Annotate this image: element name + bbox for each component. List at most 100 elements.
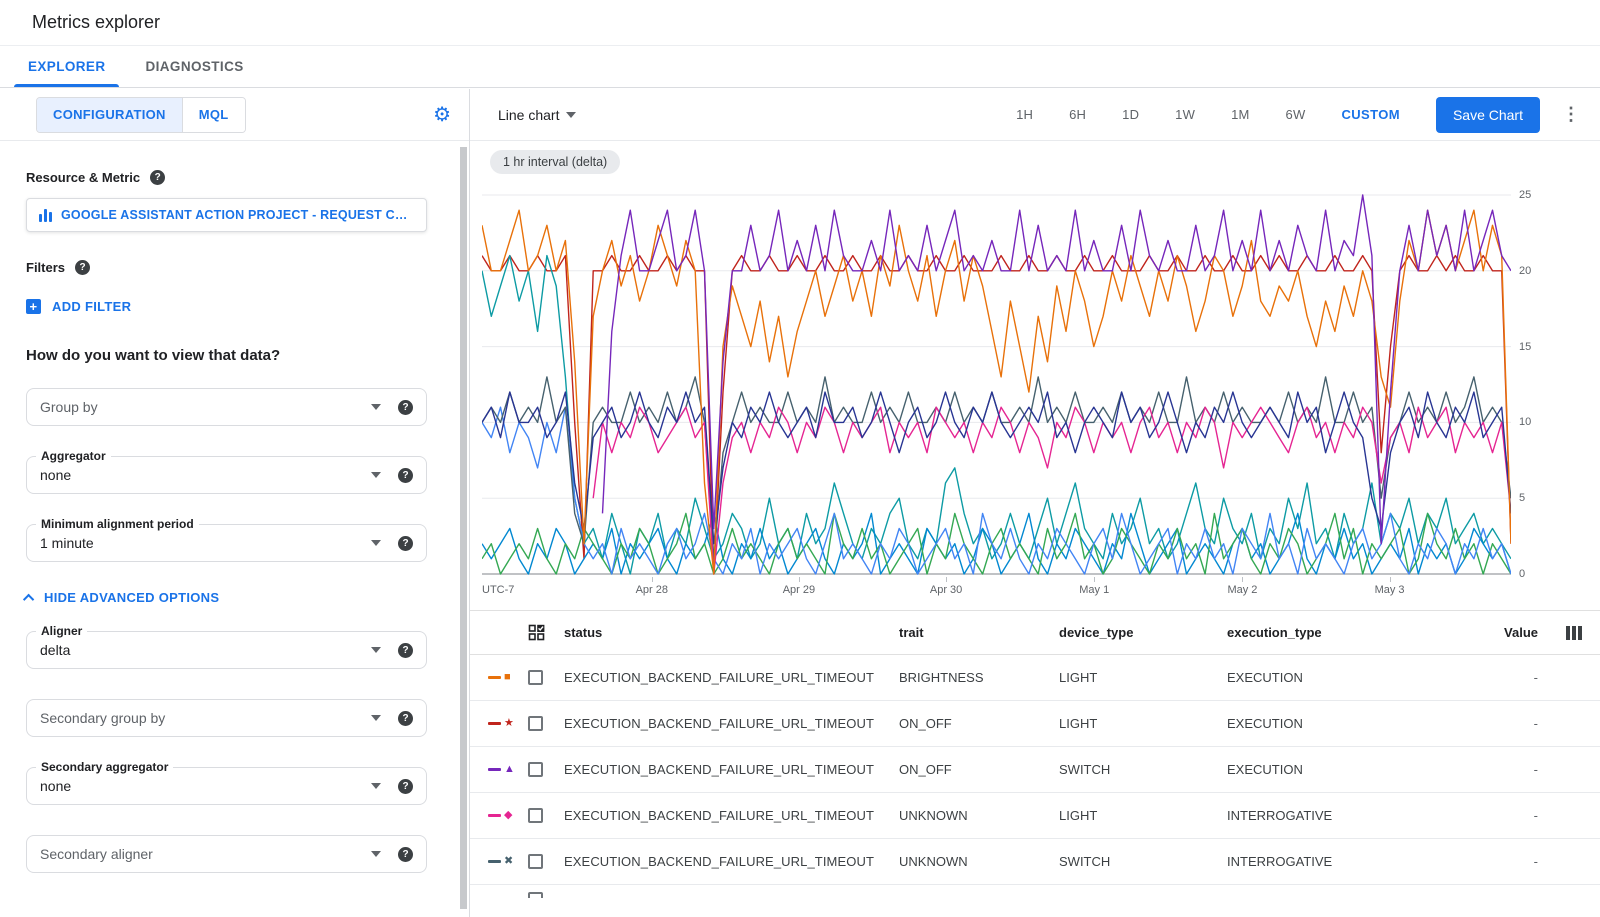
chevron-down-icon — [371, 404, 381, 410]
save-chart-button[interactable]: Save Chart — [1436, 97, 1540, 133]
secondary-aggregator-label: Secondary aggregator — [36, 760, 173, 774]
interval-chip: 1 hr interval (delta) — [490, 150, 620, 174]
aligner-field[interactable]: Aligner delta ? — [26, 631, 427, 669]
cell-value: - — [1467, 716, 1542, 731]
config-subheader: CONFIGURATION MQL ⚙ — [0, 89, 469, 141]
row-checkbox[interactable] — [528, 716, 543, 731]
configuration-panel: CONFIGURATION MQL ⚙ Resource & Metric ? … — [0, 89, 470, 917]
bar-chart-icon — [39, 209, 52, 222]
hide-advanced-options-label: HIDE ADVANCED OPTIONS — [44, 590, 219, 605]
range-1d[interactable]: 1D — [1122, 107, 1139, 122]
page-title: Metrics explorer — [32, 12, 160, 33]
group-by-field[interactable]: Group by ? — [26, 388, 427, 426]
aligner-label: Aligner — [36, 624, 87, 638]
select-all-series-icon[interactable] — [528, 624, 564, 641]
col-execution-type[interactable]: execution_type — [1227, 625, 1467, 640]
row-checkbox[interactable] — [528, 854, 543, 869]
y-tick-label: 25 — [1519, 189, 1531, 201]
main-layout: CONFIGURATION MQL ⚙ Resource & Metric ? … — [0, 89, 1600, 917]
help-icon[interactable]: ? — [398, 779, 413, 794]
row-checkbox[interactable] — [528, 670, 543, 685]
filters-label: Filters ? — [26, 260, 427, 275]
cell-status: EXECUTION_BACKEND_FAILURE_URL_TIMEOUT — [564, 762, 899, 777]
panel-scrollbar[interactable] — [460, 147, 467, 909]
range-1h[interactable]: 1H — [1016, 107, 1033, 122]
secondary-aligner-field[interactable]: Secondary aligner ? — [26, 835, 427, 873]
min-alignment-field[interactable]: Minimum alignment period 1 minute ? — [26, 524, 427, 562]
cell-trait: ON_OFF — [899, 716, 1059, 731]
range-6w[interactable]: 6W — [1286, 107, 1306, 122]
help-icon[interactable]: ? — [398, 643, 413, 658]
mql-mode-button[interactable]: MQL — [182, 98, 245, 132]
range-1m[interactable]: 1M — [1231, 107, 1249, 122]
secondary-aggregator-field[interactable]: Secondary aggregator none ? — [26, 767, 427, 805]
aggregator-field[interactable]: Aggregator none ? — [26, 456, 427, 494]
series-marker: ★ — [488, 718, 528, 729]
table-row: ★ EXECUTION_BACKEND_FAILURE_URL_TIMEOUT … — [470, 701, 1600, 747]
chart-type-dropdown[interactable]: Line chart — [498, 107, 576, 123]
help-icon[interactable]: ? — [75, 260, 90, 275]
editor-mode-toggle: CONFIGURATION MQL — [36, 97, 246, 133]
x-tick-label: May 2 — [1227, 584, 1257, 596]
plus-icon: + — [26, 299, 41, 314]
help-icon[interactable]: ? — [398, 468, 413, 483]
add-filter-button[interactable]: + ADD FILTER — [26, 299, 427, 314]
cell-value: - — [1467, 808, 1542, 823]
tab-diagnostics[interactable]: DIAGNOSTICS — [125, 46, 263, 87]
series-marker: ▲ — [488, 764, 528, 775]
chevron-down-icon — [371, 715, 381, 721]
chevron-down-icon — [371, 783, 381, 789]
row-checkbox[interactable] — [528, 762, 543, 777]
row-checkbox[interactable] — [528, 892, 543, 898]
cell-device-type: SWITCH — [1059, 854, 1227, 869]
column-picker-icon[interactable] — [1566, 626, 1582, 640]
more-options-icon[interactable]: ⋮ — [1562, 104, 1580, 125]
range-custom[interactable]: CUSTOM — [1341, 107, 1400, 122]
range-6h[interactable]: 6H — [1069, 107, 1086, 122]
chevron-down-icon — [371, 540, 381, 546]
table-row: ▲ EXECUTION_BACKEND_FAILURE_URL_TIMEOUT … — [470, 747, 1600, 793]
cell-value: - — [1467, 854, 1542, 869]
table-row: ■ EXECUTION_BACKEND_FAILURE_URL_TIMEOUT … — [470, 655, 1600, 701]
resource-metric-text: Resource & Metric — [26, 170, 140, 185]
cell-device-type: LIGHT — [1059, 716, 1227, 731]
col-trait[interactable]: trait — [899, 625, 1059, 640]
help-icon[interactable]: ? — [150, 170, 165, 185]
help-icon[interactable]: ? — [398, 847, 413, 862]
cell-execution-type: EXECUTION — [1227, 670, 1467, 685]
col-value[interactable]: Value — [1467, 625, 1542, 640]
x-axis-labels: UTC-7Apr 28Apr 29Apr 30May 1May 2May 3 — [482, 577, 1511, 603]
gear-icon[interactable]: ⚙ — [433, 105, 451, 125]
chart-area: 1 hr interval (delta) 0510152025 UTC-7Ap… — [470, 141, 1600, 610]
help-icon[interactable]: ? — [398, 536, 413, 551]
selected-metric-chip[interactable]: GOOGLE ASSISTANT ACTION PROJECT - REQUES… — [26, 198, 427, 232]
line-chart[interactable] — [482, 193, 1511, 576]
x-tick-label: Apr 28 — [636, 584, 668, 596]
hide-advanced-options-button[interactable]: HIDE ADVANCED OPTIONS — [26, 590, 427, 605]
table-row: ✖ EXECUTION_BACKEND_FAILURE_URL_TIMEOUT … — [470, 839, 1600, 885]
row-checkbox[interactable] — [528, 808, 543, 823]
min-alignment-label: Minimum alignment period — [36, 517, 199, 531]
secondary-group-by-field[interactable]: Secondary group by ? — [26, 699, 427, 737]
tab-bar: EXPLORER DIAGNOSTICS — [0, 46, 1600, 88]
table-header-row: status trait device_type execution_type … — [470, 611, 1600, 655]
chevron-down-icon — [371, 851, 381, 857]
table-row-partial — [470, 885, 1600, 898]
help-icon[interactable]: ? — [398, 400, 413, 415]
x-tick-label: Apr 30 — [930, 584, 962, 596]
metric-chip-label: GOOGLE ASSISTANT ACTION PROJECT - REQUES… — [61, 208, 414, 222]
col-status[interactable]: status — [564, 625, 899, 640]
tab-explorer[interactable]: EXPLORER — [8, 46, 125, 87]
chevron-down-icon — [566, 112, 576, 118]
aggregator-value: none — [40, 467, 71, 483]
range-1w[interactable]: 1W — [1175, 107, 1195, 122]
configuration-mode-button[interactable]: CONFIGURATION — [37, 98, 182, 132]
help-icon[interactable]: ? — [398, 711, 413, 726]
app-header: Metrics explorer — [0, 0, 1600, 46]
cell-execution-type: EXECUTION — [1227, 716, 1467, 731]
col-device-type[interactable]: device_type — [1059, 625, 1227, 640]
view-data-question: How do you want to view that data? — [26, 347, 427, 364]
cell-status: EXECUTION_BACKEND_FAILURE_URL_TIMEOUT — [564, 716, 899, 731]
cell-status: EXECUTION_BACKEND_FAILURE_URL_TIMEOUT — [564, 670, 899, 685]
config-content: Resource & Metric ? GOOGLE ASSISTANT ACT… — [0, 170, 469, 873]
